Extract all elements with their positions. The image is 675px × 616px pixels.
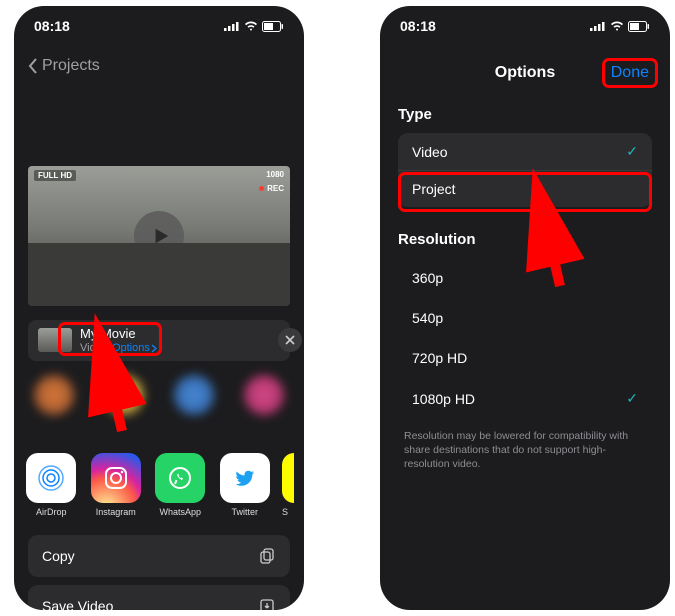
phone-left: 08:18 Projects FULL HD 1080 REC My Movie <box>14 6 304 610</box>
movie-type-label: Video <box>80 342 108 355</box>
back-button[interactable]: Projects <box>28 57 100 75</box>
download-icon <box>258 597 276 610</box>
app-instagram[interactable]: Instagram <box>89 453 144 517</box>
nav-header: Projects <box>14 46 304 86</box>
twitter-icon <box>220 453 270 503</box>
type-project-item[interactable]: Project <box>398 171 652 207</box>
signal-icon <box>224 21 240 31</box>
type-video-item[interactable]: Video ✓ <box>398 133 652 171</box>
options-header: Options Done <box>380 46 670 82</box>
checkmark-icon: ✓ <box>626 390 638 407</box>
copy-action[interactable]: Copy <box>28 535 290 577</box>
clock: 08:18 <box>400 18 436 34</box>
play-icon <box>152 227 170 245</box>
app-airdrop[interactable]: AirDrop <box>24 453 79 517</box>
save-video-action[interactable]: Save Video <box>28 585 290 610</box>
play-button[interactable] <box>134 211 184 261</box>
resolution-section: Resolution 360p 540p 720p HD 1080p HD ✓ … <box>398 231 652 472</box>
status-bar: 08:18 <box>380 6 670 46</box>
copy-icon <box>258 547 276 565</box>
signal-icon <box>590 21 606 31</box>
video-preview[interactable]: FULL HD 1080 REC <box>28 166 290 306</box>
done-button[interactable]: Done <box>602 58 658 88</box>
options-title: Options <box>495 64 555 82</box>
share-info-strip: My Movie Video Options <box>28 320 290 361</box>
clock: 08:18 <box>34 18 70 34</box>
chevron-left-icon <box>28 58 38 74</box>
app-twitter[interactable]: Twitter <box>218 453 273 517</box>
status-bar: 08:18 <box>14 6 304 46</box>
status-icons <box>590 21 650 32</box>
contacts-row <box>24 375 294 435</box>
app-whatsapp[interactable]: WhatsApp <box>153 453 208 517</box>
res-720-item[interactable]: 720p HD <box>398 338 652 378</box>
back-label: Projects <box>42 57 100 75</box>
airdrop-icon <box>26 453 76 503</box>
wifi-badge: 1080 <box>266 170 284 179</box>
chevron-right-icon <box>151 344 157 353</box>
checkmark-icon: ✓ <box>626 143 638 160</box>
whatsapp-icon <box>155 453 205 503</box>
instagram-icon <box>91 453 141 503</box>
resolution-heading: Resolution <box>398 231 652 248</box>
close-icon <box>285 335 295 345</box>
movie-thumbnail <box>38 328 72 352</box>
res-360-item[interactable]: 360p <box>398 258 652 298</box>
movie-options-link[interactable]: Options <box>112 342 157 355</box>
close-button[interactable] <box>278 328 302 352</box>
status-icons <box>224 21 284 32</box>
type-section: Type Video ✓ Project <box>398 106 652 207</box>
apps-row: AirDrop Instagram WhatsApp Twitter S <box>24 453 294 517</box>
wifi-icon <box>610 21 624 31</box>
hd-badge: FULL HD <box>34 170 76 181</box>
movie-title: My Movie <box>80 326 280 342</box>
phone-right: 08:18 Options Done Type Video ✓ Project <box>380 6 670 610</box>
type-heading: Type <box>398 106 652 123</box>
res-1080-item[interactable]: 1080p HD ✓ <box>398 378 652 419</box>
snapchat-icon <box>282 453 294 503</box>
battery-icon <box>262 21 284 32</box>
res-540-item[interactable]: 540p <box>398 298 652 338</box>
wifi-icon <box>244 21 258 31</box>
rec-badge: REC <box>259 184 284 193</box>
app-snapchat[interactable]: S <box>282 453 294 517</box>
battery-icon <box>628 21 650 32</box>
resolution-footer-text: Resolution may be lowered for compatibil… <box>404 429 646 472</box>
action-list: Copy Save Video <box>28 535 290 610</box>
